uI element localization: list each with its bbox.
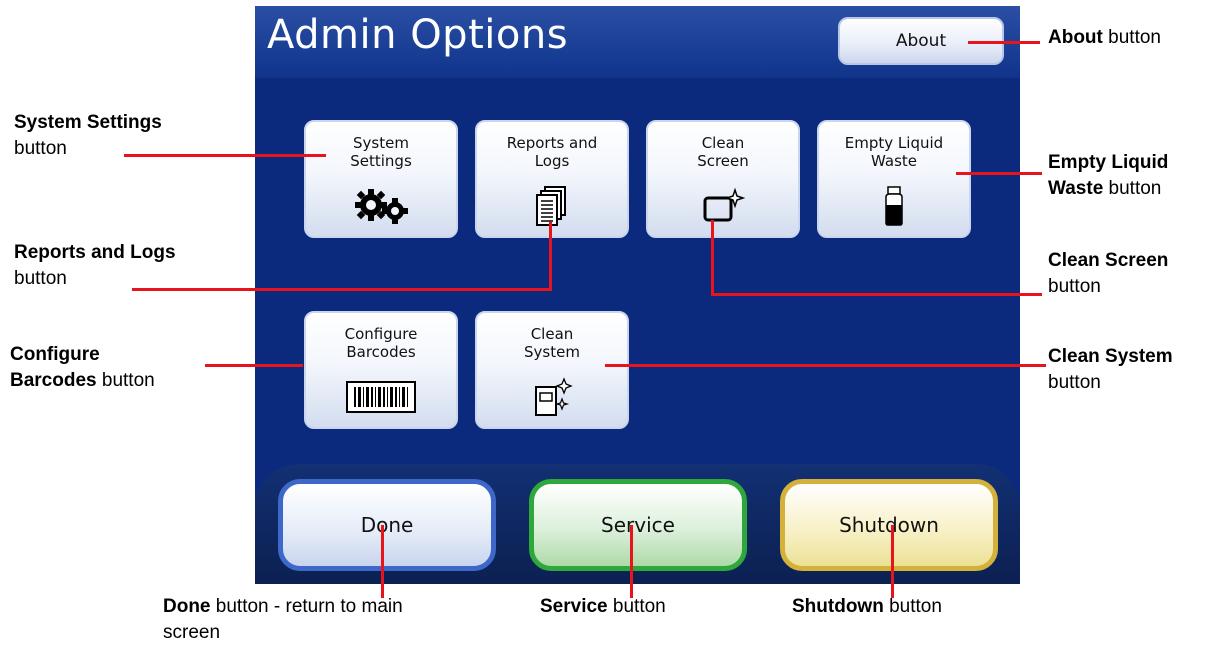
empty-liquid-waste-button[interactable]: Empty Liquid Waste <box>817 120 971 238</box>
shutdown-callout-bold: Shutdown <box>792 596 884 617</box>
empty-liquid-callout: Empty Liquid Waste button <box>1048 150 1168 202</box>
service-button[interactable]: Service <box>529 479 747 571</box>
system-settings-button[interactable]: System Settings <box>304 120 458 238</box>
configure-barcodes-button[interactable]: Configure Barcodes <box>304 311 458 429</box>
configure-barcodes-callout-rest: button <box>96 370 155 391</box>
reports-logs-callout: Reports and Logs button <box>14 240 176 292</box>
clean-system-button[interactable]: Clean System <box>475 311 629 429</box>
reports-logs-callout-line-h <box>132 288 552 291</box>
barcode-icon <box>306 375 456 419</box>
shutdown-callout-rest: button <box>883 596 942 617</box>
about-callout-bold: About <box>1048 27 1103 48</box>
clean-screen-label: Clean Screen <box>697 134 749 170</box>
system-settings-callout-bold: System Settings <box>14 112 162 133</box>
clean-screen-button[interactable]: Clean Screen <box>646 120 800 238</box>
shutdown-callout-line <box>891 525 894 598</box>
service-callout-rest: button <box>607 596 666 617</box>
clean-system-callout-rest: button <box>1048 372 1101 393</box>
document-stack-icon <box>477 184 627 228</box>
service-callout: Service button <box>540 594 666 620</box>
empty-liquid-callout-line <box>956 172 1042 175</box>
reports-logs-callout-bold: Reports and Logs <box>14 242 176 263</box>
clean-screen-callout-rest: button <box>1048 276 1101 297</box>
shutdown-button[interactable]: Shutdown <box>780 479 998 571</box>
service-callout-bold: Service <box>540 596 608 617</box>
configure-barcodes-callout-bold2: Barcodes <box>10 370 97 391</box>
done-callout-line <box>381 525 384 598</box>
system-settings-label: System Settings <box>350 134 412 170</box>
reports-and-logs-label: Reports and Logs <box>506 134 598 170</box>
done-callout: Done button - return to main screen <box>163 594 403 646</box>
about-callout-line <box>968 41 1040 44</box>
configure-barcodes-label: Configure Barcodes <box>344 325 418 361</box>
reports-logs-callout-rest: button <box>14 268 67 289</box>
done-button[interactable]: Done <box>278 479 496 571</box>
shutdown-callout: Shutdown button <box>792 594 942 620</box>
done-callout-bold: Done <box>163 596 211 617</box>
clean-system-callout: Clean System button <box>1048 344 1173 396</box>
system-settings-callout: System Settings button <box>14 110 162 162</box>
title-bar: Admin Options About <box>255 6 1020 78</box>
empty-liquid-callout-rest: button <box>1103 178 1162 199</box>
configure-barcodes-callout: Configure Barcodes button <box>10 342 155 394</box>
about-callout: About button <box>1048 25 1161 51</box>
configure-barcodes-callout-line <box>205 364 303 367</box>
clean-screen-icon <box>648 184 798 228</box>
service-callout-line <box>630 525 633 598</box>
clean-screen-callout-bold: Clean Screen <box>1048 250 1169 271</box>
done-callout-rest2: screen <box>163 622 221 643</box>
reports-and-logs-button[interactable]: Reports and Logs <box>475 120 629 238</box>
empty-liquid-callout-bold1: Empty Liquid <box>1048 152 1169 173</box>
system-settings-callout-rest: button <box>14 138 67 159</box>
empty-liquid-callout-bold2: Waste <box>1048 178 1104 199</box>
configure-barcodes-callout-bold1: Configure <box>10 344 100 365</box>
clean-system-callout-bold: Clean System <box>1048 346 1173 367</box>
clean-system-icon <box>477 375 627 419</box>
empty-liquid-waste-label: Empty Liquid Waste <box>844 134 944 170</box>
clean-system-callout-line <box>605 364 1046 367</box>
clean-screen-callout-line-h <box>711 293 1042 296</box>
done-callout-rest: button - return to main <box>210 596 403 617</box>
reports-logs-callout-line-v <box>549 222 552 291</box>
clean-screen-callout-line-v <box>711 220 714 296</box>
about-callout-rest: button <box>1102 27 1161 48</box>
clean-system-label: Clean System <box>524 325 580 361</box>
page-title: Admin Options <box>267 12 569 58</box>
gears-icon <box>306 184 456 228</box>
clean-screen-callout: Clean Screen button <box>1048 248 1168 300</box>
waste-bottle-icon <box>819 184 969 228</box>
